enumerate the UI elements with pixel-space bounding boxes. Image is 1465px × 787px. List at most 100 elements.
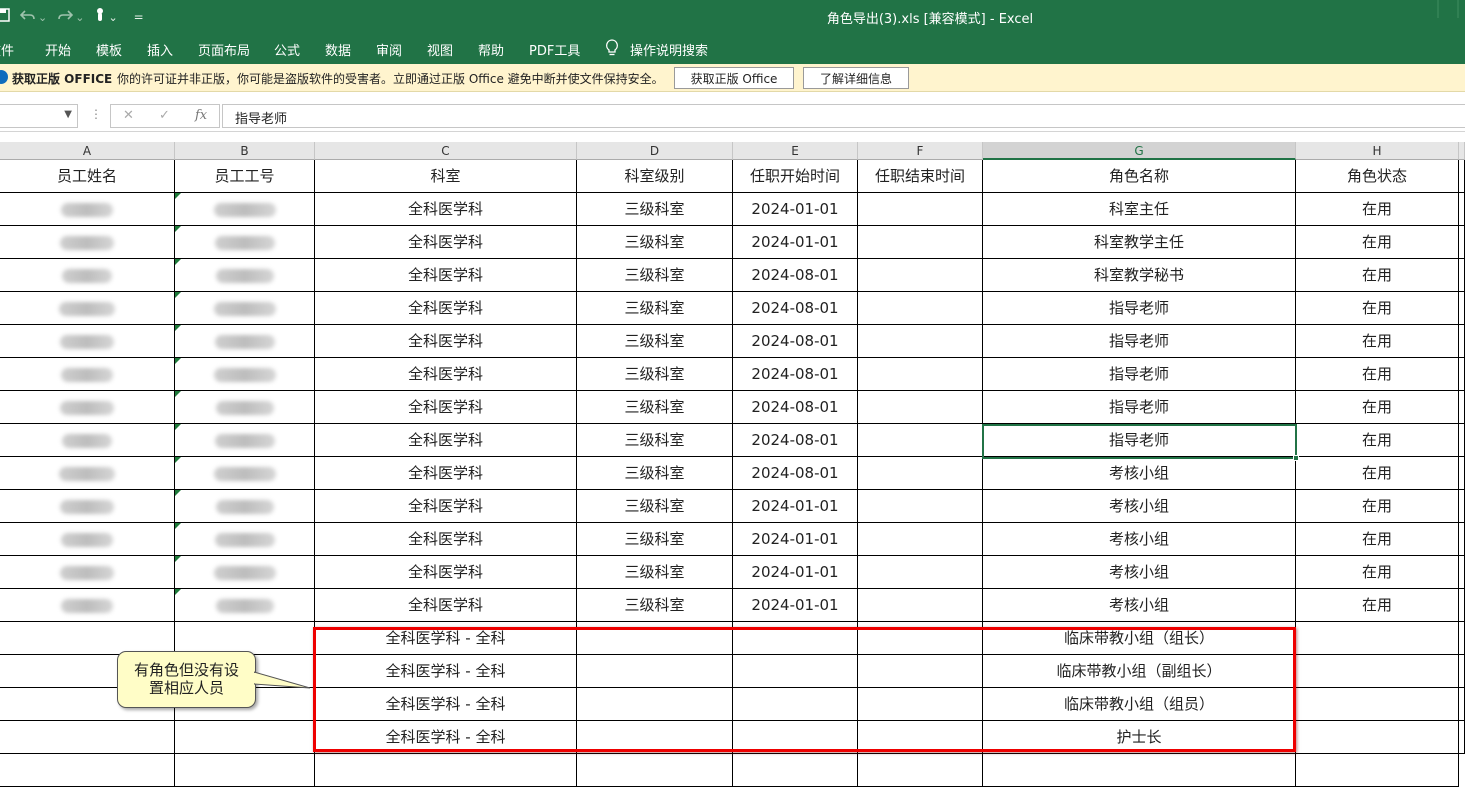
status-cell[interactable]: 在用 xyxy=(1296,424,1459,457)
name-cell[interactable] xyxy=(0,556,175,589)
role-cell[interactable]: 护士长 xyxy=(983,721,1296,754)
name-cell[interactable] xyxy=(0,490,175,523)
enter-icon[interactable]: ✓ xyxy=(159,108,170,123)
level-cell[interactable]: 三级科室 xyxy=(577,424,733,457)
level-cell[interactable]: 三级科室 xyxy=(577,259,733,292)
level-cell[interactable]: 三级科室 xyxy=(577,556,733,589)
id-cell[interactable] xyxy=(175,226,315,259)
role-cell[interactable]: 科室教学主任 xyxy=(983,226,1296,259)
level-cell[interactable] xyxy=(577,721,733,754)
end-cell[interactable] xyxy=(858,259,983,292)
end-cell[interactable] xyxy=(858,424,983,457)
column-header-d[interactable]: D xyxy=(577,142,733,160)
start-cell[interactable]: 2024-08-01 xyxy=(733,391,858,424)
dept-cell[interactable]: 全科医学科 xyxy=(315,292,577,325)
start-cell[interactable]: 2024-08-01 xyxy=(733,292,858,325)
level-cell[interactable]: 三级科室 xyxy=(577,490,733,523)
id-cell[interactable] xyxy=(175,523,315,556)
level-cell[interactable]: 三级科室 xyxy=(577,226,733,259)
column-header-g[interactable]: G xyxy=(983,142,1296,160)
dept-cell[interactable]: 全科医学科 - 全科 xyxy=(315,688,577,721)
empty-cell[interactable] xyxy=(1459,589,1465,622)
column-header-f[interactable]: F xyxy=(858,142,983,160)
column-header-e[interactable]: E xyxy=(733,142,858,160)
dept-cell[interactable]: 全科医学科 xyxy=(315,424,577,457)
dept-cell[interactable]: 全科医学科 xyxy=(315,523,577,556)
formula-input[interactable]: 指导老师 xyxy=(222,104,1465,128)
role-cell[interactable]: 科室教学秘书 xyxy=(983,259,1296,292)
id-cell[interactable] xyxy=(175,292,315,325)
status-cell[interactable]: 在用 xyxy=(1296,226,1459,259)
status-cell[interactable]: 在用 xyxy=(1296,589,1459,622)
id-cell[interactable] xyxy=(175,457,315,490)
name-box[interactable]: ▼ xyxy=(0,104,78,128)
empty-cell[interactable] xyxy=(1459,226,1465,259)
empty-cell[interactable] xyxy=(1459,391,1465,424)
status-cell[interactable]: 在用 xyxy=(1296,556,1459,589)
end-cell[interactable] xyxy=(858,292,983,325)
end-cell[interactable] xyxy=(858,193,983,226)
column-header-c[interactable]: C xyxy=(315,142,577,160)
empty-cell[interactable] xyxy=(1459,556,1465,589)
dept-cell[interactable]: 全科医学科 xyxy=(315,358,577,391)
tab-pdf-tools[interactable]: PDF工具 xyxy=(529,40,580,59)
level-cell[interactable]: 三级科室 xyxy=(577,358,733,391)
dept-cell[interactable]: 全科医学科 xyxy=(315,589,577,622)
dept-cell[interactable]: 全科医学科 xyxy=(315,457,577,490)
end-cell[interactable] xyxy=(858,721,983,754)
id-cell[interactable] xyxy=(175,193,315,226)
name-cell[interactable] xyxy=(0,391,175,424)
tab-help[interactable]: 帮助 xyxy=(478,40,504,59)
column-header-b[interactable]: B xyxy=(175,142,315,160)
empty-cell[interactable] xyxy=(0,754,175,787)
name-cell[interactable] xyxy=(0,721,175,754)
end-cell[interactable] xyxy=(858,655,983,688)
empty-cell[interactable] xyxy=(858,754,983,787)
start-cell[interactable]: 2024-08-01 xyxy=(733,325,858,358)
level-cell[interactable]: 三级科室 xyxy=(577,292,733,325)
role-cell[interactable]: 指导老师 xyxy=(983,358,1296,391)
role-cell[interactable]: 临床带教小组（副组长） xyxy=(983,655,1296,688)
level-cell[interactable]: 三级科室 xyxy=(577,325,733,358)
empty-cell[interactable] xyxy=(1459,424,1465,457)
end-cell[interactable] xyxy=(858,622,983,655)
tab-formulas[interactable]: 公式 xyxy=(274,40,300,59)
start-cell[interactable] xyxy=(733,655,858,688)
status-cell[interactable]: 在用 xyxy=(1296,523,1459,556)
end-cell[interactable] xyxy=(858,325,983,358)
start-cell[interactable]: 2024-08-01 xyxy=(733,358,858,391)
dept-cell[interactable]: 全科医学科 - 全科 xyxy=(315,655,577,688)
name-cell[interactable] xyxy=(0,325,175,358)
status-cell[interactable]: 在用 xyxy=(1296,259,1459,292)
id-cell[interactable] xyxy=(175,490,315,523)
role-cell[interactable]: 科室主任 xyxy=(983,193,1296,226)
dept-cell[interactable]: 全科医学科 - 全科 xyxy=(315,622,577,655)
header-cell[interactable]: 科室 xyxy=(315,160,577,193)
column-header-h[interactable]: H xyxy=(1296,142,1459,160)
id-cell[interactable] xyxy=(175,556,315,589)
role-cell[interactable]: 考核小组 xyxy=(983,490,1296,523)
insert-function-button[interactable]: fx xyxy=(195,108,207,123)
empty-cell[interactable] xyxy=(1459,358,1465,391)
cancel-icon[interactable]: ✕ xyxy=(123,108,134,123)
name-cell[interactable] xyxy=(0,226,175,259)
lightbulb-icon[interactable] xyxy=(605,39,619,61)
role-cell[interactable]: 考核小组 xyxy=(983,457,1296,490)
status-cell[interactable] xyxy=(1296,688,1459,721)
end-cell[interactable] xyxy=(858,226,983,259)
end-cell[interactable] xyxy=(858,523,983,556)
empty-cell[interactable] xyxy=(1459,259,1465,292)
status-cell[interactable]: 在用 xyxy=(1296,490,1459,523)
status-cell[interactable]: 在用 xyxy=(1296,457,1459,490)
tab-home[interactable]: 开始 xyxy=(45,40,71,59)
level-cell[interactable] xyxy=(577,622,733,655)
header-cell[interactable]: 角色名称 xyxy=(983,160,1296,193)
start-cell[interactable]: 2024-01-01 xyxy=(733,589,858,622)
start-cell[interactable]: 2024-01-01 xyxy=(733,523,858,556)
empty-cell[interactable] xyxy=(175,754,315,787)
role-cell[interactable]: 考核小组 xyxy=(983,556,1296,589)
empty-cell[interactable] xyxy=(1459,721,1465,754)
empty-cell[interactable] xyxy=(577,754,733,787)
name-cell[interactable] xyxy=(0,457,175,490)
id-cell[interactable] xyxy=(175,391,315,424)
